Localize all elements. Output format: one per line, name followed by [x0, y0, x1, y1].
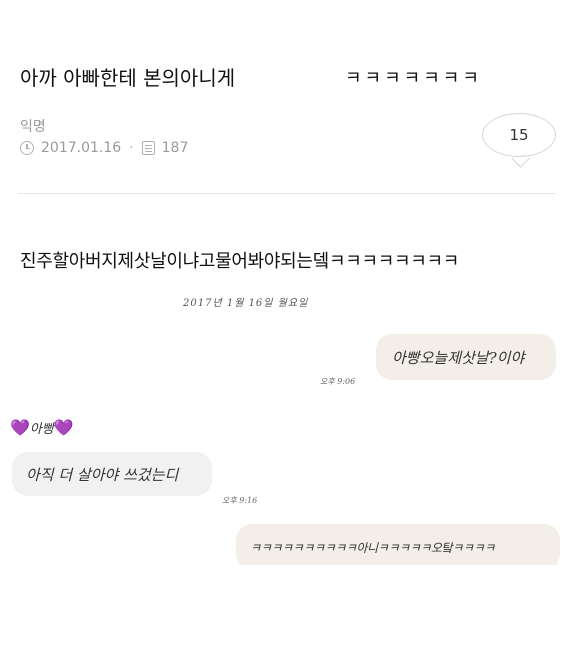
sender-name: 아빵 — [29, 422, 54, 437]
message-time: 오후 9:16 — [222, 496, 258, 505]
sender-name-row: 💜 아빵 💜 — [10, 418, 74, 437]
post-body-text: 진주할아버지제삿날이냐고물어봐야되는뎈ㅋㅋㅋㅋㅋㅋㅋㅋ — [20, 251, 460, 272]
post-header: 아까 아빠한테 본의아니게 ㅋㅋㅋㅋㅋㅋㅋ 익명 2017.01.16 · 18… — [0, 0, 575, 195]
heart-icon: 💜 — [10, 418, 30, 437]
comment-count-button[interactable]: 15 — [482, 113, 556, 157]
chat-screenshot: 2017년 1월 16일 월요일 아빵오늘제삿날?이야 오후 9:06 💜 아빵… — [0, 280, 575, 570]
message-text: ㅋㅋㅋㅋㅋㅋㅋㅋㅋㅋ아니ㅋㅋㅋㅋㅋ오탘ㅋㅋㅋㅋ — [250, 540, 495, 555]
author-name[interactable]: 익명 — [20, 116, 46, 136]
post-date: 2017.01.16 — [41, 140, 122, 156]
message-text: 아직 더 살아야 쓰겄는디 — [26, 465, 179, 484]
message-time: 오후 9:06 — [320, 377, 356, 386]
my-message-bubble: ㅋㅋㅋㅋㅋㅋㅋㅋㅋㅋ아니ㅋㅋㅋㅋㅋ오탘ㅋㅋㅋㅋ — [236, 524, 560, 570]
heart-icon: 💜 — [53, 418, 74, 437]
divider — [18, 193, 556, 194]
view-count: 187 — [161, 140, 189, 156]
their-message-bubble: 아직 더 살아야 쓰겄는디 — [12, 452, 212, 496]
chat-crop-edge — [0, 565, 575, 585]
message-text: 아빵오늘제삿날?이야 — [392, 348, 525, 367]
chat-date: 2017년 1월 16일 월요일 — [183, 298, 309, 309]
post-meta: 2017.01.16 · 187 — [20, 140, 188, 156]
post-title-laugh: ㅋㅋㅋㅋㅋㅋㅋ — [345, 68, 482, 89]
post-title: 아까 아빠한테 본의아니게 — [20, 66, 236, 90]
views-icon — [141, 141, 155, 155]
my-message-bubble: 아빵오늘제삿날?이야 — [376, 334, 556, 380]
meta-separator: · — [129, 140, 134, 156]
clock-icon — [20, 141, 34, 155]
comment-count: 15 — [509, 126, 529, 144]
